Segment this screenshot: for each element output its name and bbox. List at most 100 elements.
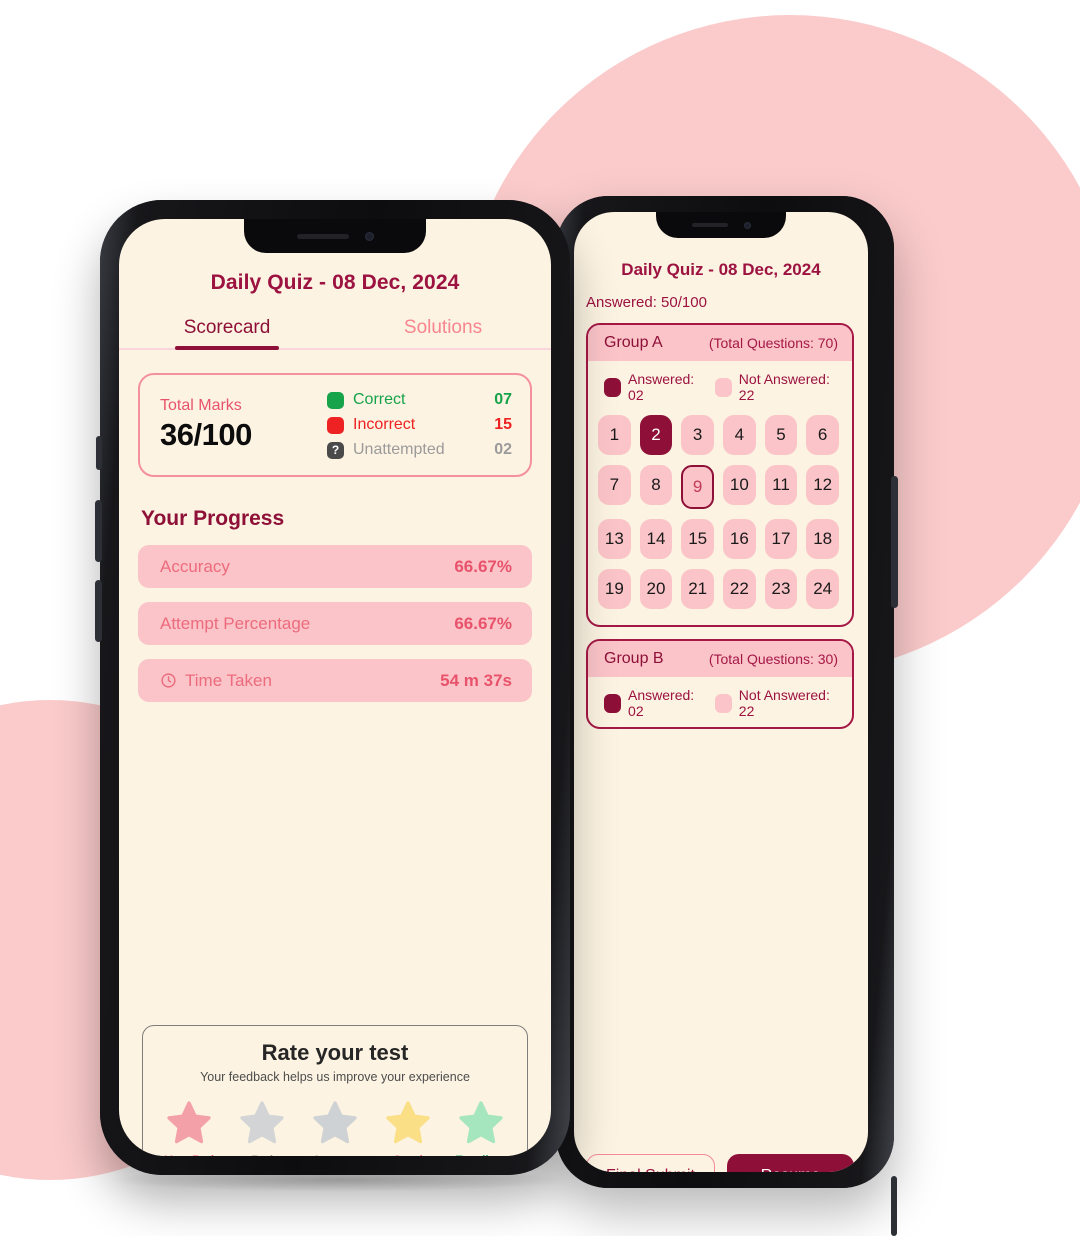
star-icon — [167, 1101, 212, 1144]
phone-left-notch — [244, 219, 426, 253]
speaker-grille-icon — [691, 223, 728, 227]
rating-option-label: Very Bad — [153, 1155, 225, 1156]
question-number-cell[interactable]: 21 — [681, 569, 714, 609]
question-number-cell[interactable]: 3 — [681, 415, 714, 455]
group-a-legend: Answered: 02 Not Answered: 22 — [588, 361, 852, 411]
group-b-header: Group B (Total Questions: 30) — [588, 641, 852, 677]
group-a-header: Group A (Total Questions: 70) — [588, 325, 852, 361]
rate-your-test-card: Rate your test Your feedback helps us im… — [142, 1025, 528, 1156]
question-number-cell[interactable]: 17 — [764, 519, 798, 559]
question-group-b: Group B (Total Questions: 30) Answered: … — [586, 639, 854, 729]
progress-label-time-taken: Time Taken — [185, 670, 272, 690]
not-answered-swatch-icon — [714, 693, 732, 713]
legend-count-unattempted: 02 — [494, 441, 512, 458]
phone-left-mute-switch[interactable] — [96, 436, 102, 470]
rating-option[interactable]: Excellent — [445, 1098, 517, 1156]
question-number-cell[interactable]: 4 — [723, 415, 756, 455]
rating-option-label: Bad — [226, 1155, 298, 1156]
total-marks-value: 36/100 — [160, 417, 252, 452]
question-number-cell[interactable]: 23 — [764, 569, 798, 609]
progress-label-accuracy: Accuracy — [160, 556, 230, 576]
final-submit-button[interactable]: Final Submit — [586, 1154, 715, 1172]
question-number-cell[interactable]: 19 — [598, 569, 631, 609]
question-number-cell[interactable]: 6 — [806, 415, 839, 455]
rating-option-label: Excellent — [445, 1155, 517, 1156]
question-number-cell[interactable]: 9 — [681, 465, 714, 509]
group-b-total-questions: (Total Questions: 30) — [708, 651, 838, 667]
group-a-legend-not-answered: Not Answered: 22 — [714, 371, 838, 403]
phone-right-notch — [656, 212, 786, 238]
rating-option-label: Average — [299, 1155, 371, 1156]
legend-label-unattempted: Unattempted — [353, 441, 445, 458]
phone-left-volume-up-button[interactable] — [95, 500, 102, 562]
group-b-answered-label: Answered: 02 — [628, 687, 695, 719]
rating-option[interactable]: Very Bad — [153, 1098, 225, 1156]
progress-value-time-taken: 54 m 37s — [440, 670, 512, 690]
star-icon — [313, 1101, 357, 1144]
scorecard-page-title: Daily Quiz - 08 Dec, 2024 — [210, 271, 460, 294]
scorecard-tabs: Scorecard Solutions — [119, 317, 551, 350]
question-number-cell[interactable]: 7 — [598, 465, 631, 505]
group-a-question-grid: 1 2 3 4 5 6 7 8 9 10 11 12 13 14 15 16 17 18 19 20 21 22 23 24 — [588, 411, 852, 625]
rating-option[interactable]: Average — [299, 1098, 371, 1156]
palette-page-title: Daily Quiz - 08 Dec, 2024 — [621, 260, 821, 279]
question-number-cell[interactable]: 16 — [723, 519, 756, 559]
group-a-not-answered-label: Not Answered: 22 — [738, 371, 830, 403]
question-number-cell[interactable]: 18 — [806, 519, 839, 559]
incorrect-square-icon — [327, 416, 344, 434]
star-icon — [240, 1101, 284, 1144]
question-number-cell[interactable]: 2 — [639, 415, 673, 455]
speaker-grille-icon — [296, 233, 349, 239]
total-marks-block: Total Marks 36/100 — [160, 397, 252, 453]
question-number-cell[interactable]: 12 — [806, 465, 839, 505]
not-answered-swatch-icon — [714, 377, 732, 397]
group-b-legend-answered: Answered: 02 — [604, 687, 705, 719]
question-number-cell[interactable]: 13 — [598, 519, 631, 559]
rate-title: Rate your test — [261, 1040, 409, 1065]
question-number-cell[interactable]: 20 — [639, 569, 673, 609]
resume-button[interactable]: Resume — [727, 1154, 854, 1172]
legend-count-incorrect: 15 — [494, 416, 512, 433]
phone-device-right: Daily Quiz - 08 Dec, 2024 Answered: 50/1… — [556, 196, 898, 1236]
tab-scorecard[interactable]: Scorecard — [119, 317, 335, 348]
question-number-cell[interactable]: 15 — [681, 519, 714, 559]
question-number-cell[interactable]: 22 — [723, 569, 756, 609]
progress-label-time-taken-wrap: Time Taken — [160, 671, 272, 691]
question-number-cell[interactable]: 24 — [806, 569, 839, 609]
legend-label-incorrect: Incorrect — [353, 416, 416, 433]
question-number-cell[interactable]: 8 — [639, 465, 673, 505]
question-number-cell[interactable]: 14 — [639, 519, 673, 559]
score-legend: Correct 07 Incorrect 15 ? Unattempted 02 — [327, 391, 512, 459]
star-icon — [386, 1101, 430, 1144]
progress-section-title: Your Progress — [141, 507, 285, 530]
progress-row-time-taken: Time Taken 54 m 37s — [138, 659, 532, 702]
group-b-legend: Answered: 02 Not Answered: 22 — [588, 677, 852, 727]
answered-summary: Answered: 50/100 — [586, 294, 707, 311]
answered-swatch-icon — [604, 377, 622, 397]
star-icon — [458, 1101, 503, 1144]
question-number-cell[interactable]: 1 — [598, 415, 631, 455]
legend-row-correct: Correct 07 — [327, 391, 512, 409]
legend-row-incorrect: Incorrect 15 — [327, 416, 512, 434]
tab-solutions[interactable]: Solutions — [335, 317, 551, 348]
question-group-a: Group A (Total Questions: 70) Answered: … — [586, 323, 854, 627]
question-number-cell[interactable]: 5 — [764, 415, 798, 455]
question-mark-icon: ? — [327, 441, 344, 459]
rating-option-label: Good — [372, 1155, 444, 1156]
rate-subtitle: Your feedback helps us improve your expe… — [200, 1070, 470, 1084]
progress-value-accuracy: 66.67% — [454, 556, 512, 576]
group-a-legend-answered: Answered: 02 — [604, 371, 705, 403]
progress-row-attempt-percentage: Attempt Percentage 66.67% — [138, 602, 532, 645]
phone-right-lower-button[interactable] — [891, 1176, 897, 1236]
phone-right-power-button[interactable] — [891, 476, 898, 608]
rating-option[interactable]: Good — [372, 1098, 444, 1156]
question-number-cell[interactable]: 11 — [764, 465, 798, 505]
phone-left-volume-down-button[interactable] — [95, 580, 102, 642]
question-number-cell[interactable]: 10 — [723, 465, 756, 505]
palette-action-bar: Final Submit Resume — [574, 1154, 868, 1172]
phone-device-left: Daily Quiz - 08 Dec, 2024 Scorecard Solu… — [95, 200, 570, 1175]
progress-value-attempt-percentage: 66.67% — [454, 613, 512, 633]
front-camera-icon — [743, 221, 751, 229]
legend-row-unattempted: ? Unattempted 02 — [327, 441, 512, 459]
rating-option[interactable]: Bad — [226, 1098, 298, 1156]
